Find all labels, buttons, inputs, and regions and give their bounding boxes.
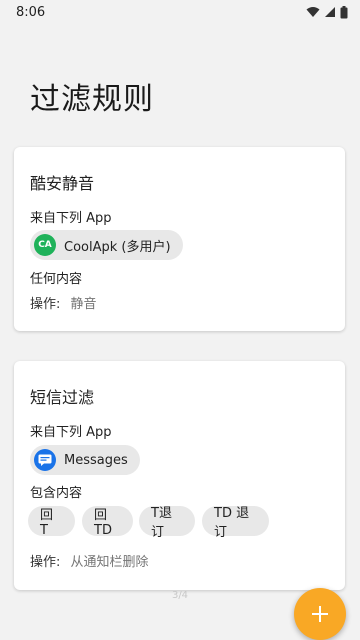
keyword-chip[interactable]: TD 退订 [202,506,269,540]
action-label: 操作: [30,297,61,312]
content-label: 任何内容 [30,272,83,287]
signal-icon [325,7,335,17]
action-label: 操作: [30,555,61,570]
keyword-chip[interactable]: 回 T [28,506,75,538]
rule-card-sms[interactable]: 短信过滤 来自下列 App Messages 包含内容 回 T 回TD T退订 … [14,361,345,590]
apps-label: 来自下列 App [30,211,112,226]
action-value: 静音 [70,297,97,312]
page-title: 过滤规则 [30,82,154,117]
status-time: 8:06 [16,4,46,20]
content-label: 包含内容 [30,486,83,501]
rule-card-coolapk[interactable]: 酷安静音 来自下列 App CA CoolApk (多用户) 任何内容 操作: … [14,147,345,331]
status-icons [306,5,348,19]
messages-icon [34,449,56,471]
action-row: 操作: 从通知栏删除 [30,551,149,570]
plus-icon [312,606,328,622]
keyword-chip[interactable]: T退订 [139,506,195,540]
rule-title: 短信过滤 [30,388,95,407]
battery-icon [340,5,348,18]
app-chip-messages[interactable]: Messages [30,445,140,475]
wifi-icon [306,7,320,17]
action-value: 从通知栏删除 [70,555,149,570]
status-bar: 8:06 [0,0,360,24]
coolapk-icon: CA [34,234,56,256]
message-bubble-icon [38,454,52,466]
app-chip-coolapk[interactable]: CA CoolApk (多用户) [30,230,183,260]
apps-label: 来自下列 App [30,425,112,440]
coolapk-icon-text: CA [38,240,52,250]
app-chip-label: CoolApk (多用户) [64,239,171,255]
keyword-chip[interactable]: 回TD [82,506,133,538]
add-rule-button[interactable] [294,588,346,640]
rule-title: 酷安静音 [30,174,95,193]
action-row: 操作: 静音 [30,293,97,312]
app-chip-label: Messages [64,452,128,468]
